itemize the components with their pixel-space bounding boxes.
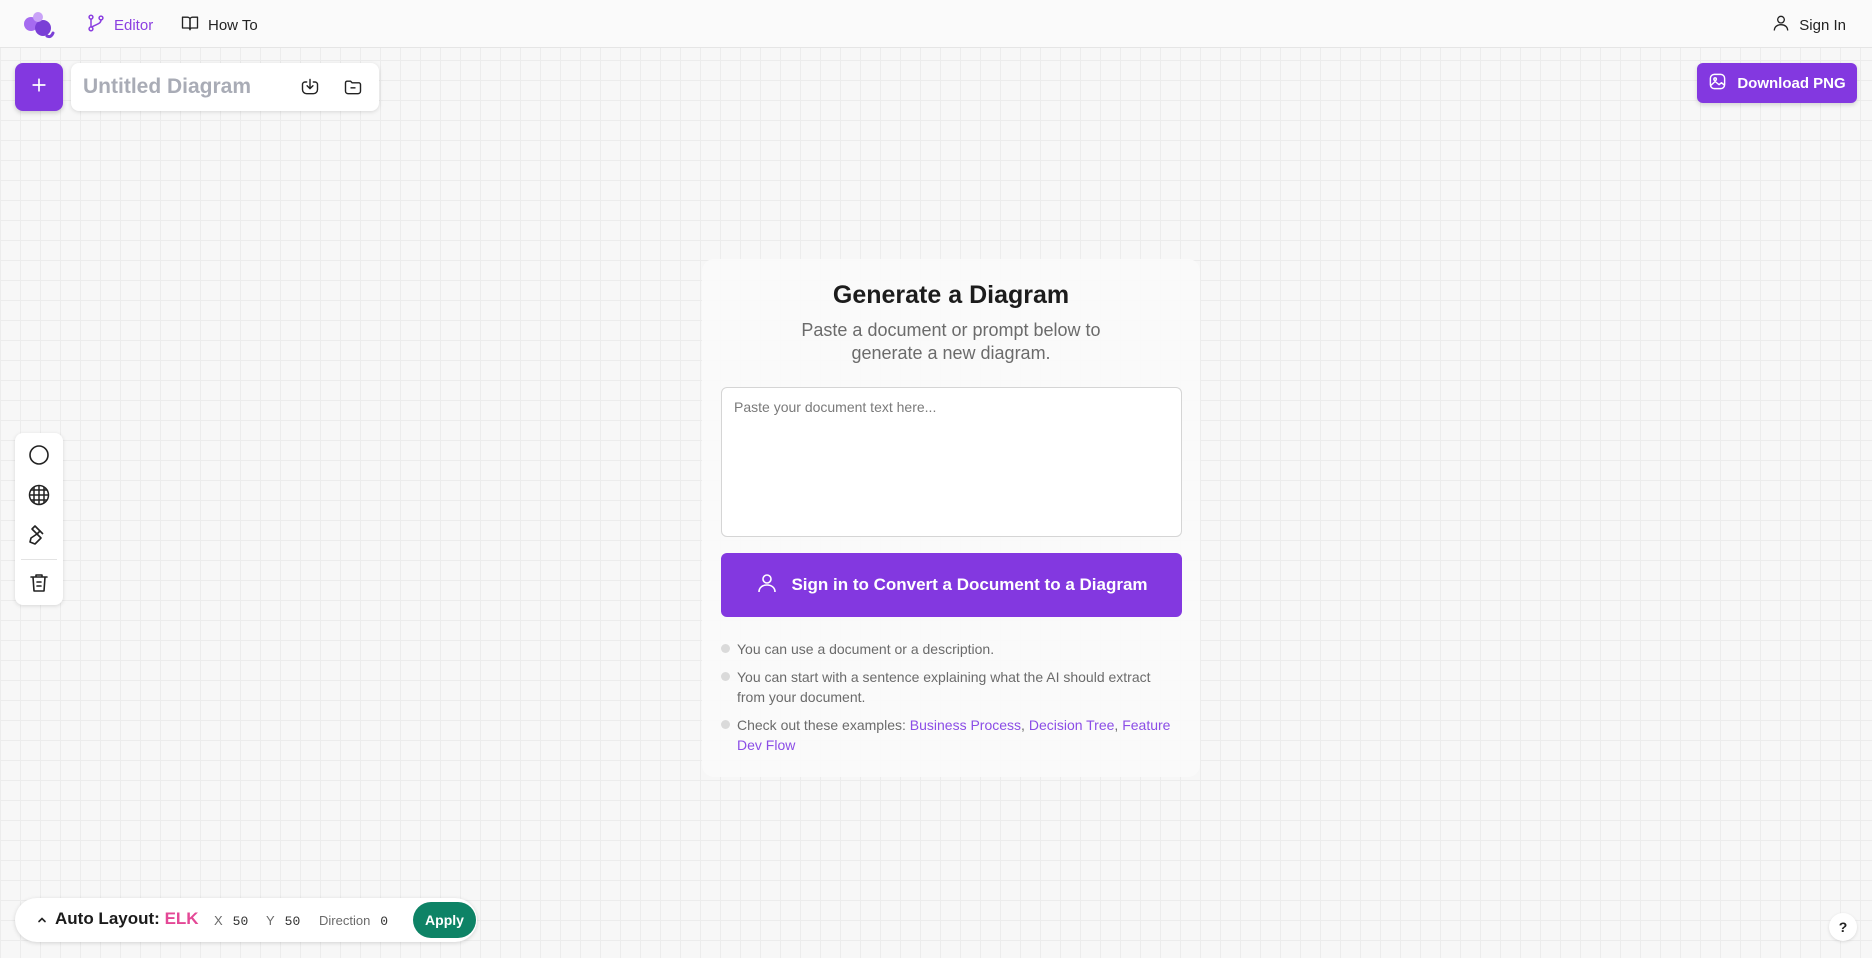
git-branch-icon [86,13,106,37]
card-subtitle: Paste a document or prompt below to gene… [801,320,1101,363]
auto-layout-bar: Auto Layout: ELK X 50 Y 50 Direction 0 Appl… [15,898,477,942]
plus-icon [29,75,49,100]
example-business-process-link[interactable]: Business Process [910,717,1021,733]
trash-icon[interactable] [27,571,51,595]
document-textarea[interactable] [721,387,1182,537]
y-value[interactable]: 50 [285,914,301,929]
diagram-title-input[interactable] [83,73,283,101]
generate-diagram-card: Generate a Diagram Paste a document or p… [702,259,1200,777]
direction-value[interactable]: 0 [380,914,388,929]
new-diagram-button[interactable] [15,63,63,111]
book-open-icon [180,13,200,37]
x-value[interactable]: 50 [233,914,249,929]
tips-list: You can use a document or a description.… [721,639,1181,763]
list-item: You can start with a sentence explaining… [721,667,1181,707]
list-item: Check out these examples: Business Proce… [721,715,1181,755]
chevron-up-icon[interactable] [36,913,48,925]
user-icon [755,571,779,600]
help-button[interactable]: ? [1829,913,1857,941]
separator: , [1114,717,1119,733]
tip-text: You can start with a sentence explaining… [737,669,1151,705]
top-navbar: Editor How To Sign In [0,0,1872,48]
separator: , [1021,717,1025,733]
list-item: You can use a document or a description. [721,639,1181,659]
download-png-label: Download PNG [1737,74,1846,92]
y-field[interactable]: Y 50 [266,913,300,929]
sign-in-link[interactable]: Sign In [1771,13,1846,37]
card-title: Generate a Diagram [832,281,1070,309]
nav-how-to-label: How To [208,16,258,34]
convert-label: Sign in to Convert a Document to a Diagr… [791,575,1148,594]
tip-text: You can use a document or a description. [737,641,995,657]
brush-icon[interactable] [27,523,51,547]
direction-field[interactable]: Direction 0 [319,913,388,929]
tip-text: Check out these examples: [737,717,910,733]
tool-palette [15,433,63,605]
user-icon [1771,13,1791,37]
circle-icon[interactable] [27,443,51,467]
nav-editor[interactable]: Editor [86,13,153,37]
image-icon [1708,72,1727,95]
sign-in-to-convert-button[interactable]: Sign in to Convert a Document to a Diagr… [721,553,1182,617]
download-png-button[interactable]: Download PNG [1697,63,1857,103]
x-field[interactable]: X 50 [214,913,248,929]
grid-globe-icon[interactable] [27,483,51,507]
sign-in-label: Sign In [1799,16,1846,34]
download-icon[interactable] [300,77,320,97]
apply-button[interactable]: Apply [413,902,476,938]
x-label: X [214,913,223,928]
folder-open-icon[interactable] [343,77,363,97]
direction-label: Direction [319,913,371,928]
example-decision-tree-link[interactable]: Decision Tree [1029,717,1115,733]
layout-engine[interactable]: ELK [165,909,199,928]
palette-divider [21,559,57,560]
auto-layout-text: Auto Layout: [55,909,160,928]
app-logo-icon[interactable] [22,8,56,40]
y-label: Y [266,913,275,928]
file-bar [71,63,379,111]
nav-editor-label: Editor [114,16,154,34]
auto-layout-label: Auto Layout: ELK [55,909,199,929]
nav-how-to[interactable]: How To [180,13,258,37]
